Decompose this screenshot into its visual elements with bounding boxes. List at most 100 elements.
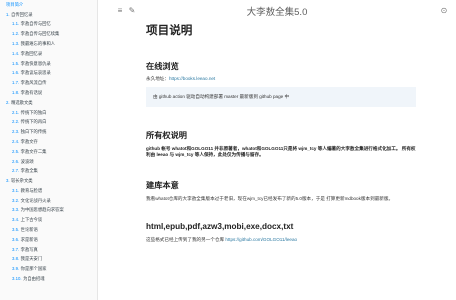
toc-item-number: 3.5.	[12, 227, 20, 233]
toc-item-label: 独白下的传统	[20, 129, 47, 135]
toc-item-label: 为中国思想趋向求答案	[20, 207, 64, 213]
toc-item[interactable]: 2.5. 李敖文存二集	[0, 147, 97, 157]
toc-item[interactable]: 2. 精选散文类	[0, 98, 97, 108]
toc-item-number: 1.	[6, 11, 10, 17]
section-heading-online: 在线浏览	[146, 62, 179, 71]
toc-item[interactable]: 3.4. 上下古今谈	[0, 216, 97, 226]
formats-url-link[interactable]: https://github.com/GOLGO11/leeao	[225, 237, 297, 242]
toc-item-number: 2.3.	[12, 129, 20, 135]
toc-item[interactable]: 1. 自传回忆录	[0, 10, 97, 20]
origin-text: 我看whatot仓库的大李敖全集版本过于老旧，现在wjm_tcy已经发布了新的5…	[146, 195, 394, 201]
toc-item-number: 3.	[6, 178, 10, 184]
toc-item-number: 1.1.	[12, 21, 20, 27]
toc-item-label: 你是那个国家	[20, 266, 47, 272]
toc-item[interactable]: 3.1. 教育与脸谱	[0, 186, 97, 196]
toc-item-label: 李敖风流自传	[20, 80, 47, 86]
toc-item[interactable]: 2.2. 传统下的再白	[0, 118, 97, 128]
toc-item[interactable]: 3.3. 为中国思想趋向求答案	[0, 206, 97, 216]
toc-item[interactable]: 2.6. 波波颂	[0, 157, 97, 167]
toc-item-number: 1.3.	[12, 40, 20, 46]
toc-item-label: 我最难忘的事和人	[20, 40, 56, 46]
toc-item[interactable]: 1.2. 李敖自传与回忆续集	[0, 29, 97, 39]
sidebar: 项目简介 1. 自传回忆录 1.1. 李敖自传与回忆 1.2. 李敖自传与回忆续集 1.3. 我…	[0, 0, 98, 300]
github-icon[interactable]: ⊙	[438, 4, 450, 16]
toc-item[interactable]: 1.4. 李敖回忆录	[0, 49, 97, 59]
toc-item-label: 较长杂文类	[11, 178, 33, 184]
section-heading-origin: 建库本意	[146, 180, 179, 190]
toc-item-label: 传统下的再白	[20, 119, 47, 125]
toc-item-label: 李敖文存二集	[20, 148, 47, 154]
permanent-url-link[interactable]: https://books.leeao.net	[169, 76, 215, 81]
toc-item-number: 1.2.	[12, 31, 20, 37]
toc-item-number: 3.1.	[12, 187, 20, 193]
toc-item-number: 2.4.	[12, 138, 20, 144]
toc-item-number: 1.6.	[12, 70, 20, 76]
toc-item[interactable]: 2.1. 传统下的独白	[0, 108, 97, 118]
toc-item[interactable]: 3.7. 李敖写真	[0, 245, 97, 255]
permanent-label: 永久地址：	[146, 76, 169, 81]
permanent-address: 永久地址：https://books.leeao.net	[146, 76, 416, 83]
main-area: ≡ ✎ 大李敖全集5.0 ⊙ 项目说明 在线浏览 永久地址：https://bo…	[98, 0, 456, 300]
toc-item-label: 李敖回忆录	[20, 50, 43, 56]
toc-item[interactable]: 3.2. 文化论战丹火录	[0, 196, 97, 206]
toc-item[interactable]: 3.8. 我是天安门	[0, 255, 97, 265]
toc-item-number: 2.	[6, 99, 10, 105]
toc-item-label: 波波颂	[20, 158, 34, 164]
toc-item-label: 李敖全集	[20, 168, 38, 174]
toc-item[interactable]: 3.6. 求是新语	[0, 235, 97, 245]
toc-item-label: 李敖快意恩仇录	[20, 60, 51, 66]
toc-item-number: 1.5.	[12, 60, 20, 66]
toc-item-number: 3.9.	[12, 266, 20, 272]
toc-item-number: 3.6.	[12, 236, 20, 242]
toc-item-number: 2.6.	[12, 158, 20, 164]
toc-item[interactable]: 2.4. 李敖文存	[0, 137, 97, 147]
toc-item[interactable]: 2.7. 李敖全集	[0, 167, 97, 177]
toc-item-label: 教育与脸谱	[20, 187, 43, 193]
toc-item[interactable]: 项目简介	[0, 0, 97, 10]
toc-item[interactable]: 3.10. 为自由招魂	[0, 274, 97, 284]
toc-item-number: 3.10.	[12, 276, 22, 282]
copyright-text: github 帐号 whatot和GOLGO11 并非原著者，whatot和GO…	[146, 145, 416, 158]
toc-item-number: 2.1.	[12, 109, 20, 115]
toc-item[interactable]: 2.3. 独白下的传统	[0, 127, 97, 137]
toc-item-number: 3.3.	[12, 207, 20, 213]
toc-item-number: 2.2.	[12, 119, 20, 125]
toc-item[interactable]: 1.3. 我最难忘的事和人	[0, 39, 97, 49]
toc-item[interactable]: 1.7. 李敖风流自传	[0, 78, 97, 88]
toc-item-number: 1.8.	[12, 89, 20, 95]
toc-item[interactable]: 3. 较长杂文类	[0, 176, 97, 186]
toc-item-number: 1.4.	[12, 50, 20, 56]
toc-item[interactable]: 1.5. 李敖快意恩仇录	[0, 59, 97, 69]
toc-item-label: 李敖自传与回忆	[20, 21, 51, 27]
toc-item-label: 文化论战丹火录	[20, 197, 51, 203]
toc-item-number: 3.7.	[12, 246, 20, 252]
toc-item-label: 项目简介	[6, 1, 24, 7]
toc-item-label: 李敖有话说	[20, 89, 43, 95]
toc-item-label: 李敖自传与回忆续集	[20, 31, 60, 37]
toc-item-label: 我是天安门	[20, 256, 43, 262]
toc-item-label: 传统下的独白	[20, 109, 47, 115]
toc-item-label: 自传回忆录	[11, 11, 33, 17]
toc-item-label: 李敖写真	[20, 246, 38, 252]
toc-item-label: 李敖文存	[20, 138, 38, 144]
toc-item-number: 1.7.	[12, 80, 20, 86]
deploy-note: 由 github action 驱动自动构建部署 master 最新版到 git…	[146, 86, 416, 107]
toc-item-label: 李敖议坛哀思录	[20, 70, 51, 76]
toc-item[interactable]: 1.1. 李敖自传与回忆	[0, 20, 97, 30]
toc-item[interactable]: 1.6. 李敖议坛哀思录	[0, 69, 97, 79]
toc-item[interactable]: 3.5. 世论新语	[0, 225, 97, 235]
formats-label: 这些格式已经上传到了我的另一个仓库	[146, 237, 225, 242]
toc-list: 项目简介 1. 自传回忆录 1.1. 李敖自传与回忆 1.2. 李敖自传与回忆续集 1.3. 我…	[0, 0, 97, 284]
page-title: 项目说明	[146, 24, 193, 37]
toc-item-number: 3.8.	[12, 256, 20, 262]
toc-item-label: 上下古今谈	[20, 217, 43, 223]
toc-item[interactable]: 3.9. 你是那个国家	[0, 265, 97, 275]
toc-item-label: 为自由招魂	[23, 276, 45, 282]
toc-item-number: 3.2.	[12, 197, 20, 203]
formats-text: 这些格式已经上传到了我的另一个仓库 https://github.com/GOL…	[146, 237, 416, 244]
toc-item-number: 2.7.	[12, 168, 20, 174]
toc-item-label: 精选散文类	[11, 99, 33, 105]
toc-item-number: 2.5.	[12, 148, 20, 154]
book-title: 大李敖全集5.0	[246, 7, 308, 18]
toc-item[interactable]: 1.8. 李敖有话说	[0, 88, 97, 98]
